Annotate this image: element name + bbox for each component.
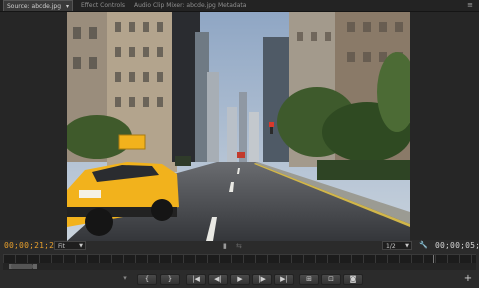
- transport-controls: ▾ { } |◀ ◀| ▶ |▶ ▶| ⊞ ⊡ ◙ +: [0, 272, 479, 288]
- step-back-button[interactable]: ◀|: [208, 274, 228, 285]
- button-editor-add-icon[interactable]: +: [463, 274, 473, 285]
- insert-button[interactable]: ⊞: [299, 274, 319, 285]
- tab-source[interactable]: Source: abcde.jpg ▾: [3, 0, 73, 11]
- add-marker-button[interactable]: ▾: [120, 274, 130, 285]
- go-to-out-button[interactable]: ▶|: [274, 274, 294, 285]
- playhead-marker[interactable]: [433, 255, 434, 263]
- overwrite-button[interactable]: ⊡: [321, 274, 341, 285]
- zoom-scrollbar[interactable]: [3, 263, 476, 270]
- go-to-in-button[interactable]: |◀: [186, 274, 206, 285]
- zoom-level-value: Fit: [58, 243, 66, 250]
- scrollbar-thumb[interactable]: [11, 264, 33, 269]
- zoom-level-select[interactable]: Fit ▼: [54, 241, 86, 250]
- resolution-value: 1/2: [386, 243, 396, 250]
- tab-audio-clip-mixer[interactable]: Audio Clip Mixer: abcde.jpg: [131, 0, 219, 11]
- chevron-down-icon: ▼: [405, 243, 409, 249]
- panel-menu-icon[interactable]: ≡: [466, 1, 474, 9]
- tab-effect-controls[interactable]: Effect Controls: [78, 0, 128, 11]
- export-frame-button[interactable]: ◙: [343, 274, 363, 285]
- resolution-select[interactable]: 1/2 ▼: [382, 241, 412, 250]
- city-street-image: [67, 12, 410, 241]
- mark-out-button[interactable]: }: [160, 274, 180, 285]
- step-forward-button[interactable]: |▶: [252, 274, 272, 285]
- mark-in-button[interactable]: {: [137, 274, 157, 285]
- wrench-icon[interactable]: 🔧: [419, 241, 428, 249]
- scrollbar-right-handle[interactable]: [33, 264, 37, 269]
- play-button[interactable]: ▶: [230, 274, 250, 285]
- safe-margins-icon[interactable]: ▮: [223, 242, 227, 250]
- tab-audio-clip-mixer-label: Audio Clip Mixer: abcde.jpg: [134, 2, 216, 9]
- source-video-frame[interactable]: [67, 12, 410, 241]
- current-timecode[interactable]: 00;00;21;29: [4, 241, 59, 250]
- panel-tab-bar: Source: abcde.jpg ▾ Effect Controls Audi…: [0, 0, 479, 12]
- tab-dropdown-icon[interactable]: ▾: [66, 3, 69, 10]
- time-ruler-ticks: [3, 255, 476, 263]
- tab-source-label: Source: abcde.jpg: [7, 3, 62, 10]
- tab-effect-controls-label: Effect Controls: [81, 2, 125, 9]
- chevron-down-icon: ▼: [79, 243, 83, 249]
- tab-metadata-label: Metadata: [218, 2, 247, 9]
- duration-timecode: 00;00;05;00: [435, 241, 479, 250]
- drag-video-icon[interactable]: ⇆: [236, 242, 242, 250]
- tab-metadata[interactable]: Metadata: [215, 0, 249, 11]
